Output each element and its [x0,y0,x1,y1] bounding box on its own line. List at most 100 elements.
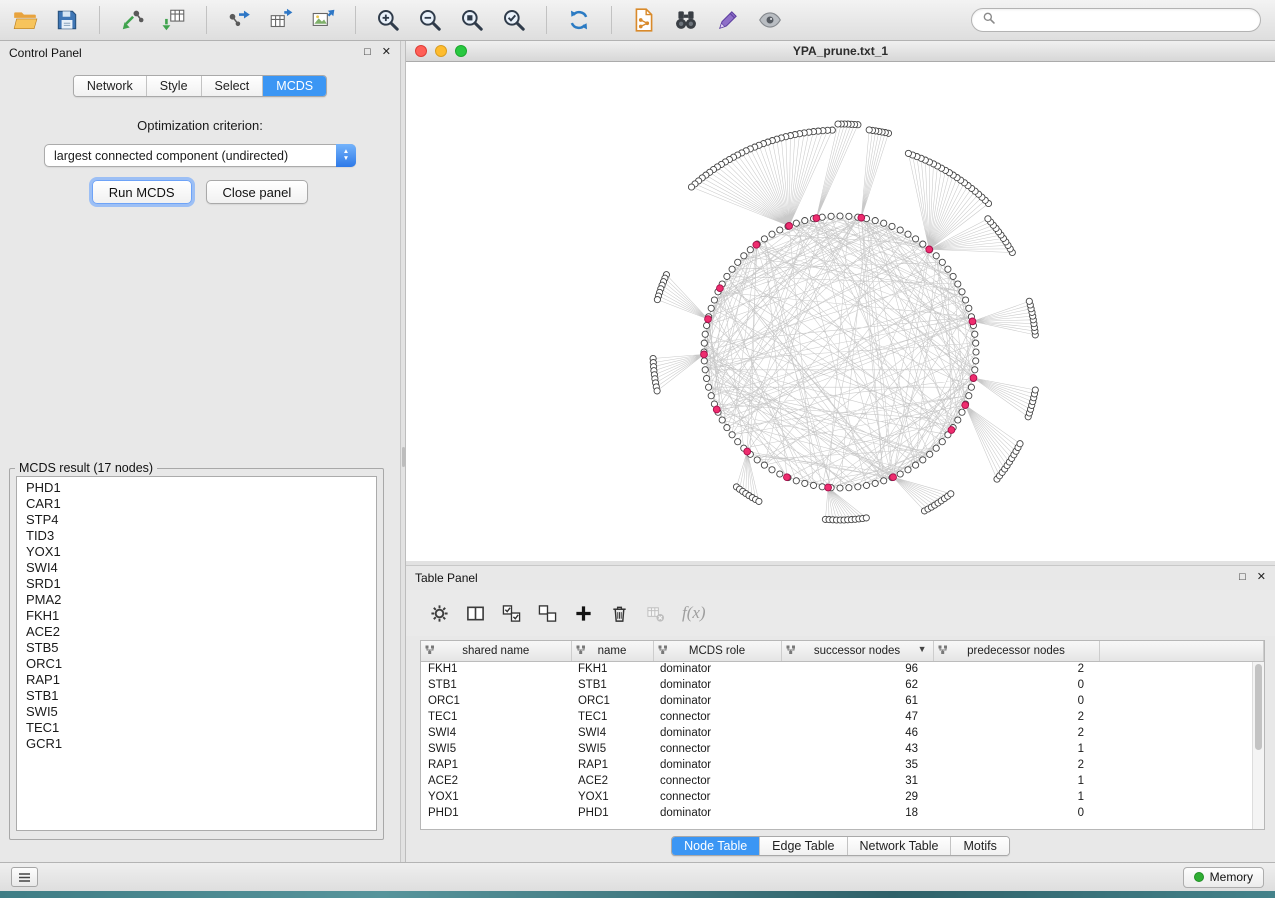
close-table-panel-icon[interactable]: ✕ [1257,572,1266,583]
table-row[interactable]: SWI5SWI5connector431 [421,741,1264,757]
open-session-button[interactable] [8,5,42,35]
refresh-view-icon [566,7,592,33]
search-input[interactable] [1002,13,1250,27]
eye-button[interactable] [753,5,787,35]
table-row[interactable]: YOX1YOX1connector291 [421,789,1264,805]
table-cell: 2 [933,757,1099,773]
export-table-button[interactable] [264,5,298,35]
table-row[interactable]: STB1STB1dominator620 [421,677,1264,693]
tab-network[interactable]: Network [74,76,147,96]
graphics-details-button[interactable] [711,5,745,35]
graphics-details-icon [715,7,741,33]
close-panel-icon[interactable]: ✕ [382,47,391,58]
table-cell: 0 [933,677,1099,693]
zoom-fit-button[interactable] [497,5,531,35]
export-image-button[interactable] [306,5,340,35]
table-cell: 43 [781,741,933,757]
deselect-all-rows-button[interactable] [538,604,557,623]
mcds-result-item[interactable]: TID3 [26,528,376,544]
mcds-result-item[interactable]: STP4 [26,512,376,528]
float-table-panel-icon[interactable]: □ [1239,572,1246,583]
table-scrollbar-thumb[interactable] [1255,664,1262,750]
column-header-shared-name[interactable]: shared name [421,641,571,661]
import-network-button[interactable] [115,5,149,35]
mcds-result-item[interactable]: SRD1 [26,576,376,592]
mcds-result-item[interactable]: PMA2 [26,592,376,608]
select-all-rows-icon [502,604,521,623]
tab-select[interactable]: Select [202,76,264,96]
delete-row-button[interactable] [610,604,629,623]
mcds-result-item[interactable]: ACE2 [26,624,376,640]
mcds-result-item[interactable]: GCR1 [26,736,376,752]
table-cell: 2 [933,709,1099,725]
mcds-result-title: MCDS result (17 nodes) [15,461,157,475]
column-visibility-button[interactable] [466,604,485,623]
table-row[interactable]: PHD1PHD1dominator180 [421,805,1264,821]
mcds-result-item[interactable]: SWI5 [26,704,376,720]
table-row[interactable]: RAP1RAP1dominator352 [421,757,1264,773]
refresh-view-button[interactable] [562,5,596,35]
table-cell: 18 [781,805,933,821]
column-header-successor-nodes[interactable]: successor nodes▼ [781,641,933,661]
mcds-result-item[interactable]: YOX1 [26,544,376,560]
tab-mcds[interactable]: MCDS [263,76,326,96]
mcds-result-item[interactable]: FKH1 [26,608,376,624]
network-canvas[interactable] [406,62,1275,561]
table-row[interactable]: TEC1TEC1connector472 [421,709,1264,725]
right-area: YPA_prune.txt_1 Table Panel □ ✕ [406,41,1275,862]
search-box[interactable] [971,8,1261,32]
tab-edge-table[interactable]: Edge Table [760,837,847,855]
run-mcds-button[interactable]: Run MCDS [92,180,192,204]
table-scrollbar[interactable] [1252,662,1264,829]
import-network-icon [119,7,145,33]
settings-gear-button[interactable] [430,604,449,623]
tab-style[interactable]: Style [147,76,202,96]
table-cell: 29 [781,789,933,805]
select-all-rows-button[interactable] [502,604,521,623]
control-panel: Control Panel □ ✕ NetworkStyleSelectMCDS… [0,41,400,862]
float-panel-icon[interactable]: □ [364,47,371,58]
mcds-result-item[interactable]: STB5 [26,640,376,656]
mcds-result-item[interactable]: CAR1 [26,496,376,512]
column-header-predecessor-nodes[interactable]: predecessor nodes [933,641,1099,661]
table-cell: FKH1 [571,661,653,677]
mcds-result-item[interactable]: PHD1 [26,480,376,496]
tab-node-table[interactable]: Node Table [672,837,760,855]
network-window-titlebar: YPA_prune.txt_1 [406,41,1275,62]
save-session-button[interactable] [50,5,84,35]
column-visibility-icon [466,604,485,623]
export-network-button[interactable] [222,5,256,35]
tab-motifs[interactable]: Motifs [951,837,1008,855]
column-header-label: shared name [462,645,529,657]
mcds-result-item[interactable]: TEC1 [26,720,376,736]
table-cell: dominator [653,677,781,693]
settings-gear-icon [430,604,449,623]
table-row[interactable]: ACE2ACE2connector311 [421,773,1264,789]
criterion-dropdown[interactable]: largest connected component (undirected)… [44,144,356,167]
table-cell: SWI5 [421,741,571,757]
mcds-result-item[interactable]: ORC1 [26,656,376,672]
zoom-out-button[interactable] [413,5,447,35]
column-header-mcds-role[interactable]: MCDS role [653,641,781,661]
deselect-all-rows-icon [538,604,557,623]
node-table: shared name nameMCDS rolesuccessor nodes▼… [420,640,1265,830]
table-row[interactable]: ORC1ORC1dominator610 [421,693,1264,709]
tab-network-table[interactable]: Network Table [848,837,952,855]
table-cell: 31 [781,773,933,789]
binoculars-button[interactable] [669,5,703,35]
mcds-result-item[interactable]: RAP1 [26,672,376,688]
table-row[interactable]: FKH1FKH1dominator962 [421,661,1264,677]
zoom-actual-size-button[interactable] [455,5,489,35]
zoom-in-button[interactable] [371,5,405,35]
mcds-result-item[interactable]: STB1 [26,688,376,704]
mcds-result-item[interactable]: SWI4 [26,560,376,576]
add-row-button[interactable] [574,604,593,623]
table-row[interactable]: SWI4SWI4dominator462 [421,725,1264,741]
share-document-button[interactable] [627,5,661,35]
table-cell: dominator [653,805,781,821]
memory-button[interactable]: Memory [1183,867,1264,888]
column-header-name[interactable]: name [571,641,653,661]
import-table-button[interactable] [157,5,191,35]
status-menu-button[interactable] [11,867,38,887]
close-mcds-panel-button[interactable]: Close panel [206,180,309,204]
